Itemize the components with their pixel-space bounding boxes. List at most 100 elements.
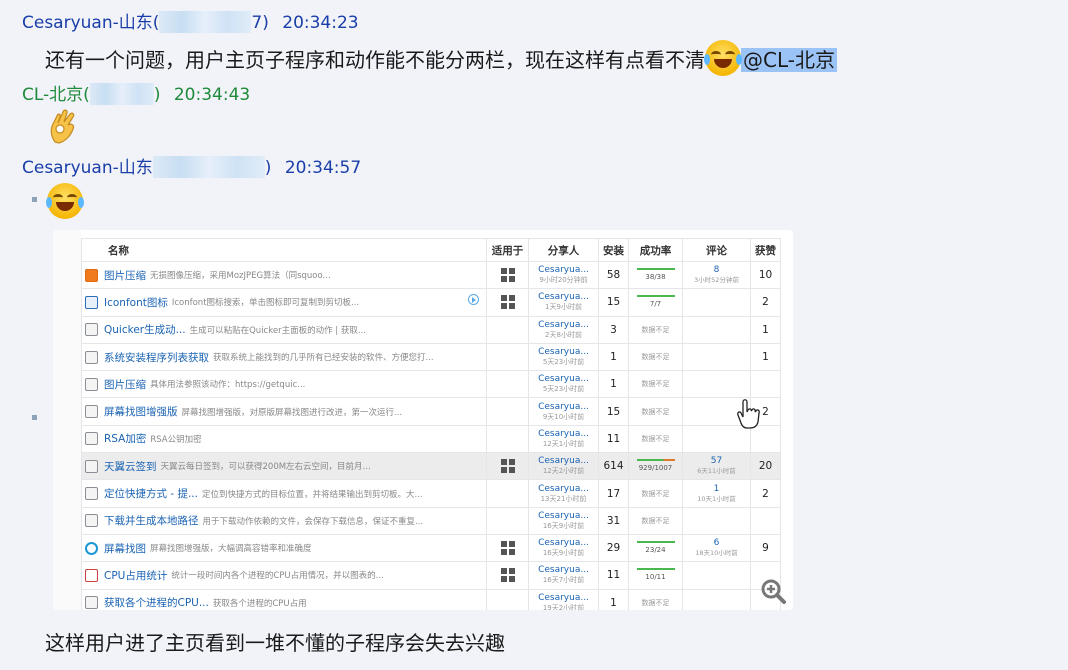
action-desc: 生成可以粘贴在Quicker主面板的动作 | 获取... bbox=[189, 325, 366, 336]
action-desc: 无损图像压缩，采用MozJPEG算法（同squoo... bbox=[150, 271, 331, 282]
action-title[interactable]: 获取各个进程的CPU... bbox=[104, 595, 209, 610]
action-title[interactable]: 天翼云签到 bbox=[104, 459, 157, 474]
install-count: 11 bbox=[598, 561, 629, 590]
install-count: 15 bbox=[598, 288, 629, 317]
comment-count[interactable]: 57 bbox=[684, 456, 750, 466]
table-row[interactable]: 天翼云签到 天翼云每日签到，可以获得200M左右云空间，目前月... Cesaryu… bbox=[81, 452, 781, 481]
action-title[interactable]: Iconfont图标 bbox=[104, 295, 168, 310]
install-count: 31 bbox=[598, 506, 629, 535]
col-comment[interactable]: 评论 bbox=[682, 238, 751, 262]
rate-text: 数据不足 bbox=[641, 489, 670, 498]
install-count: 17 bbox=[598, 479, 629, 508]
sharer-name[interactable]: Cesaryua... bbox=[530, 538, 598, 548]
action-desc: RSA公钥加密 bbox=[150, 434, 202, 445]
sharer-name[interactable]: Cesaryua... bbox=[530, 593, 598, 603]
sharer-name[interactable]: Cesaryua... bbox=[530, 456, 598, 466]
windows-icon bbox=[488, 459, 528, 474]
cube-icon bbox=[85, 487, 98, 501]
sharer-name[interactable]: Cesaryua... bbox=[530, 484, 598, 494]
action-title[interactable]: CPU占用统计 bbox=[104, 568, 167, 583]
action-title[interactable]: 下载并生成本地路径 bbox=[104, 513, 199, 528]
col-sharer[interactable]: 分享人 bbox=[528, 238, 599, 262]
comment-count[interactable]: 1 bbox=[684, 484, 750, 494]
ok-hand-icon bbox=[50, 109, 75, 144]
action-title[interactable]: 定位快捷方式 - 提... bbox=[104, 486, 198, 501]
sender-name[interactable]: Cesaryuan-山东( bbox=[22, 13, 159, 33]
table-row[interactable]: RSA加密 RSA公钥加密 Cesaryua... 12天1小时前 11 数据不足 bbox=[81, 424, 781, 454]
sharer-name[interactable]: Cesaryua... bbox=[530, 320, 598, 330]
cube-icon bbox=[85, 432, 98, 446]
rate-text: 10/11 bbox=[645, 573, 666, 582]
share-time: 13天21小时前 bbox=[540, 494, 587, 503]
checkin-icon bbox=[85, 459, 98, 473]
like-count: 2 bbox=[750, 288, 781, 317]
action-title[interactable]: 系统安装程序列表获取 bbox=[104, 350, 209, 365]
action-title[interactable]: 图片压缩 bbox=[104, 377, 146, 392]
rate-text: 数据不足 bbox=[641, 325, 670, 334]
table-header-row: 名称 适用于 分享人 安装 成功率 评论 获赞 bbox=[81, 238, 781, 262]
share-time: 1天9小时前 bbox=[545, 303, 582, 312]
comment-count[interactable]: 6 bbox=[684, 538, 750, 548]
like-count: 2 bbox=[750, 479, 781, 508]
message-time: 20:34:23 bbox=[282, 13, 359, 33]
action-title[interactable]: 屏幕找图 bbox=[104, 541, 146, 556]
list-bullet bbox=[32, 415, 37, 420]
share-time: 5天23小时前 bbox=[542, 358, 585, 367]
share-time: 2天8小时前 bbox=[545, 330, 582, 339]
action-desc: 具体用法参照该动作：https://getquic... bbox=[150, 380, 306, 391]
sharer-name[interactable]: Cesaryua... bbox=[530, 292, 598, 302]
table-row[interactable]: Quicker生成动... 生成可以粘贴在Quicker主面板的动作 | 获取..… bbox=[81, 315, 781, 344]
table-row[interactable]: 定位快捷方式 - 提... 定位到快捷方式的目标位置，并将结果输出到剪切板。大..… bbox=[81, 479, 781, 508]
table-row[interactable]: Iconfont图标 Iconfont图标搜索，单击图标即可复制到剪切板... Ce… bbox=[81, 288, 781, 317]
action-title[interactable]: Quicker生成动... bbox=[104, 322, 186, 337]
install-count: 11 bbox=[598, 424, 629, 454]
sharer-name[interactable]: Cesaryua... bbox=[530, 347, 598, 357]
sharer-name[interactable]: Cesaryua... bbox=[530, 374, 598, 384]
table-row[interactable]: 图片压缩 无损图像压缩，采用MozJPEG算法（同squoo... Cesaryua… bbox=[81, 260, 781, 290]
mention-link[interactable]: @CL-北京 bbox=[741, 48, 837, 72]
col-install[interactable]: 安装 bbox=[598, 238, 629, 262]
table-row[interactable]: 下载并生成本地路径 用于下载动作依赖的文件，会保存下载信息，保证不重复... Ces… bbox=[81, 506, 781, 535]
install-count: 29 bbox=[598, 533, 629, 563]
sharer-name[interactable]: Cesaryua... bbox=[530, 429, 598, 439]
like-count: 1 bbox=[750, 315, 781, 344]
col-for[interactable]: 适用于 bbox=[486, 238, 529, 262]
col-rate[interactable]: 成功率 bbox=[628, 238, 683, 262]
hand-cursor-icon bbox=[737, 399, 760, 429]
sender-name[interactable]: CL-北京( bbox=[22, 85, 90, 105]
comment-time: 10天1小时前 bbox=[697, 494, 736, 503]
install-count: 1 bbox=[598, 588, 629, 610]
comment-time: 3小时52分钟前 bbox=[694, 276, 739, 285]
tears-of-joy-icon bbox=[704, 40, 742, 76]
windows-icon bbox=[488, 568, 528, 583]
message-body-4[interactable]: 这样用户进了主页看到一堆不懂的子程序会失去兴趣 bbox=[45, 627, 505, 656]
table-row[interactable]: 系统安装程序列表获取 获取系统上能找到的几乎所有已经安装的软件、方便您打... Ce… bbox=[81, 342, 781, 372]
message-body-1[interactable]: 还有一个问题，用户主页子程序和动作能不能分两栏，现在这样有点看不清 @CL-北京 bbox=[45, 40, 837, 76]
rate-bar bbox=[636, 568, 675, 571]
screenshot-image[interactable]: 名称 适用于 分享人 安装 成功率 评论 获赞 图片压缩 无损图像压缩，采用Moz… bbox=[53, 230, 793, 610]
like-count: 9 bbox=[750, 533, 781, 563]
table-row[interactable]: 图片压缩 具体用法参照该动作：https://getquic... Cesaryua… bbox=[81, 370, 781, 399]
rate-text: 23/24 bbox=[645, 546, 666, 555]
sharer-name[interactable]: Cesaryua... bbox=[530, 565, 598, 575]
col-name[interactable]: 名称 bbox=[81, 238, 487, 262]
sharer-name[interactable]: Cesaryua... bbox=[530, 265, 598, 275]
comment-count[interactable]: 8 bbox=[684, 265, 750, 275]
play-icon[interactable] bbox=[468, 294, 479, 305]
zoom-in-icon[interactable] bbox=[760, 578, 786, 604]
sender-name[interactable]: Cesaryuan-山东 bbox=[22, 158, 153, 178]
rate-bar bbox=[636, 459, 675, 462]
like-count: 10 bbox=[750, 260, 781, 290]
sharer-name[interactable]: Cesaryua... bbox=[530, 511, 598, 521]
sharer-name[interactable]: Cesaryua... bbox=[530, 402, 598, 412]
table-row[interactable]: 获取各个进程的CPU... 获取各个进程的CPU占用 Cesaryua... 19天2… bbox=[81, 588, 781, 610]
table-row[interactable]: 屏幕找图增强版 屏幕找图增强版，对原版屏幕找图进行改进，第一次运行... Cesar… bbox=[81, 397, 781, 426]
action-title[interactable]: 屏幕找图增强版 bbox=[104, 404, 178, 419]
action-desc: 获取各个进程的CPU占用 bbox=[212, 598, 307, 609]
rate-text: 929/1007 bbox=[638, 464, 673, 473]
action-title[interactable]: 图片压缩 bbox=[104, 268, 146, 283]
col-likes[interactable]: 获赞 bbox=[750, 238, 781, 262]
table-row[interactable]: CPU占用统计 统计一段时间内各个进程的CPU占用情况，并以图表的... Cesar… bbox=[81, 561, 781, 590]
action-title[interactable]: RSA加密 bbox=[104, 431, 146, 446]
table-row[interactable]: 屏幕找图 屏幕找图增强版，大幅调高容错率和准确度 Cesaryua... 16天9小时… bbox=[81, 533, 781, 563]
